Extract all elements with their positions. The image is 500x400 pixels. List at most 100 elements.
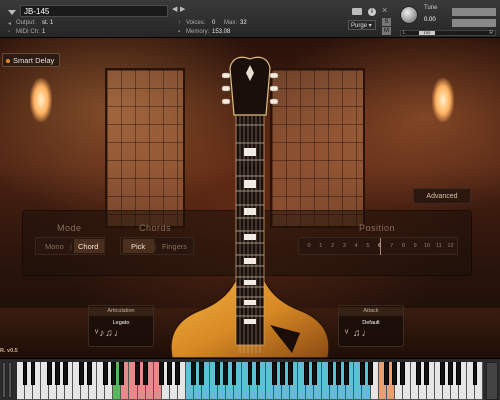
position-number-7[interactable]: 7 — [388, 243, 396, 249]
smart-delay-label: Smart Delay — [13, 56, 55, 65]
position-number-9[interactable]: 9 — [411, 243, 419, 249]
piano-black-key[interactable] — [135, 362, 140, 385]
output-icon: ◂ — [8, 21, 12, 27]
piano-black-key[interactable] — [384, 362, 389, 385]
piano-black-key[interactable] — [62, 362, 68, 385]
piano-black-key[interactable] — [440, 362, 446, 385]
piano-black-key[interactable] — [30, 362, 36, 385]
volume-meter-right[interactable] — [452, 19, 496, 27]
pan-slider[interactable]: L 100 R — [400, 30, 496, 36]
max-voices-value[interactable]: 32 — [240, 20, 247, 26]
keyboard-scrollbar[interactable] — [486, 362, 498, 400]
piano-black-key[interactable] — [159, 362, 165, 385]
piano-black-key[interactable] — [271, 362, 277, 385]
piano-black-key[interactable] — [54, 362, 60, 385]
collapse-triangle-icon[interactable] — [8, 10, 16, 15]
max-voices-label: Max: — [224, 20, 238, 26]
piano-black-key[interactable] — [191, 362, 197, 385]
piano-black-key[interactable] — [327, 362, 333, 385]
mute-button[interactable]: M — [382, 27, 391, 35]
attack-note-icons: ᵛ ♫♩ — [345, 328, 373, 339]
instrument-name-field[interactable]: JB-145 — [20, 5, 168, 17]
position-number-5[interactable]: 5 — [364, 243, 372, 249]
camera-icon[interactable] — [352, 8, 362, 15]
articulation-note-icons: ᵛ♪♫♩ — [95, 328, 125, 339]
solo-button[interactable]: S — [382, 18, 391, 26]
pan-right-label: R — [489, 30, 493, 36]
articulation-panel[interactable]: Articulation Legato ᵛ♪♫♩ — [88, 305, 154, 347]
piano-black-key[interactable] — [424, 362, 430, 385]
piano-black-key[interactable] — [86, 362, 92, 385]
piano-black-key[interactable] — [287, 362, 293, 385]
piano-black-key[interactable] — [472, 362, 478, 385]
advanced-button[interactable]: Advanced — [413, 188, 471, 204]
piano-black-key[interactable] — [311, 362, 317, 385]
next-instrument-arrow-icon[interactable]: ▶ — [180, 5, 185, 13]
piano-black-key[interactable] — [119, 362, 124, 385]
piano-black-key[interactable] — [416, 362, 422, 385]
attack-title: Attack — [339, 307, 403, 316]
attack-panel[interactable]: Attack Default ᵛ ♫♩ — [338, 305, 404, 347]
piano-black-key[interactable] — [167, 362, 173, 385]
pan-value: 100 — [419, 31, 435, 35]
piano-black-key[interactable] — [111, 362, 116, 385]
piano-black-key[interactable] — [199, 362, 205, 385]
info-icon[interactable]: i — [368, 8, 376, 16]
voices-icon: ↑ — [178, 20, 181, 26]
purge-label: Purge — [351, 23, 368, 29]
piano-black-key[interactable] — [360, 362, 365, 385]
prev-instrument-arrow-icon[interactable]: ◀ — [172, 5, 177, 13]
position-number-4[interactable]: 4 — [352, 243, 360, 249]
lamp-right — [432, 78, 454, 122]
keyboard-area — [0, 358, 500, 400]
piano-black-key[interactable] — [102, 362, 108, 385]
tune-label: Tune — [424, 5, 438, 11]
mode-option-mono[interactable]: Mono — [45, 242, 64, 251]
position-number-10[interactable]: 10 — [423, 243, 431, 249]
piano-black-key[interactable] — [368, 362, 373, 385]
midi-channel-value[interactable]: 1 — [42, 29, 45, 35]
smart-delay-button[interactable]: Smart Delay — [2, 53, 60, 67]
mod-wheel[interactable] — [8, 362, 12, 398]
tune-value[interactable]: 0.00 — [424, 17, 436, 23]
piano-black-key[interactable] — [231, 362, 237, 385]
position-number-8[interactable]: 8 — [399, 243, 407, 249]
piano-black-key[interactable] — [344, 362, 349, 385]
piano-black-key[interactable] — [247, 362, 253, 385]
mode-option-chord[interactable]: Chord — [78, 242, 98, 251]
piano-black-key[interactable] — [456, 362, 462, 385]
piano-black-key[interactable] — [46, 362, 52, 385]
piano-black-key[interactable] — [303, 362, 309, 385]
output-value[interactable]: st. 1 — [42, 20, 53, 26]
piano-black-key[interactable] — [255, 362, 261, 385]
piano-black-key[interactable] — [223, 362, 229, 385]
position-indicator — [379, 238, 381, 255]
piano-black-key[interactable] — [143, 362, 148, 385]
piano-black-key[interactable] — [400, 362, 406, 385]
guitar-image — [170, 56, 330, 358]
lamp-left — [30, 78, 52, 122]
volume-meter-left[interactable] — [452, 8, 496, 16]
piano-black-key[interactable] — [279, 362, 285, 385]
instrument-header: JB-145 ◀ ▶ ◂ Output: st. 1 ▫ MIDI Ch: 1 … — [0, 0, 500, 38]
close-icon[interactable]: × — [382, 5, 387, 15]
chords-option-pick[interactable]: Pick — [131, 242, 145, 251]
position-number-11[interactable]: 11 — [435, 243, 443, 249]
position-number-3[interactable]: 3 — [340, 243, 348, 249]
articulation-value: Legato — [112, 320, 130, 326]
piano-keyboard[interactable] — [17, 362, 483, 400]
mode-title: Mode — [57, 223, 82, 233]
piano-black-key[interactable] — [78, 362, 84, 385]
piano-black-key[interactable] — [448, 362, 454, 385]
purge-button[interactable]: Purge ▾ — [348, 20, 376, 30]
piano-black-key[interactable] — [215, 362, 221, 385]
piano-black-key[interactable] — [335, 362, 341, 385]
piano-black-key[interactable] — [175, 362, 181, 385]
mode-divider: | — [70, 242, 72, 251]
piano-black-key[interactable] — [392, 362, 398, 385]
pitch-wheel[interactable] — [2, 362, 6, 398]
position-number-12[interactable]: 12 — [447, 243, 455, 249]
piano-black-key[interactable] — [22, 362, 28, 385]
tune-knob[interactable] — [400, 6, 418, 24]
pan-left-label: L — [403, 30, 406, 36]
